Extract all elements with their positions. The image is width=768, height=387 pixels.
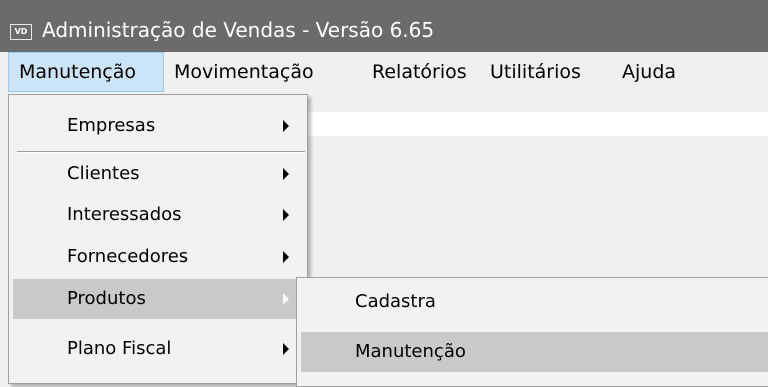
menu-item-label: Produtos: [67, 288, 146, 309]
submenu-item-label: Cadastra: [355, 291, 436, 312]
submenu-arrow-icon: [283, 251, 289, 263]
menu-item-empresas[interactable]: Empresas: [13, 109, 303, 143]
submenu-arrow-icon: [283, 120, 289, 132]
menubar-item-manutencao[interactable]: Manutenção: [8, 52, 164, 92]
menu-bar: Manutenção Movimentação Relatórios Utili…: [0, 52, 768, 92]
menu-item-plano-fiscal[interactable]: Plano Fiscal: [13, 327, 303, 371]
menu-item-label: Interessados: [67, 204, 182, 225]
menu-item-clientes[interactable]: Clientes: [13, 155, 303, 193]
submenu-item-manutencao[interactable]: Manutenção: [301, 332, 768, 372]
window-title: Administração de Vendas - Versão 6.65: [42, 18, 435, 42]
menubar-item-ajuda[interactable]: Ajuda: [612, 52, 692, 92]
menubar-item-relatorios[interactable]: Relatórios: [362, 52, 480, 92]
menubar-item-utilitarios[interactable]: Utilitários: [480, 52, 612, 92]
title-bar: VD Administração de Vendas - Versão 6.65: [0, 0, 768, 52]
submenu-arrow-icon: [283, 209, 289, 221]
menu-separator: [17, 151, 305, 153]
submenu-item-label: Manutenção: [355, 341, 466, 362]
menu-item-label: Clientes: [67, 163, 140, 184]
app-icon: VD: [10, 24, 32, 40]
submenu-arrow-icon: [283, 168, 289, 180]
manutencao-dropdown-menu: Empresas Clientes Interessados Fornecedo…: [8, 94, 308, 384]
submenu-arrow-icon: [283, 293, 289, 305]
menu-item-label: Empresas: [67, 115, 156, 136]
workspace-toolbar-strip: [300, 112, 768, 136]
submenu-arrow-icon: [283, 343, 289, 355]
menu-item-label: Plano Fiscal: [67, 338, 172, 359]
submenu-item-cadastra[interactable]: Cadastra: [301, 282, 768, 322]
menu-item-fornecedores[interactable]: Fornecedores: [13, 237, 303, 277]
menu-item-label: Fornecedores: [67, 246, 189, 267]
menu-item-interessados[interactable]: Interessados: [13, 195, 303, 235]
menubar-item-movimentacao[interactable]: Movimentação: [164, 52, 362, 92]
menu-item-produtos[interactable]: Produtos: [13, 279, 299, 319]
